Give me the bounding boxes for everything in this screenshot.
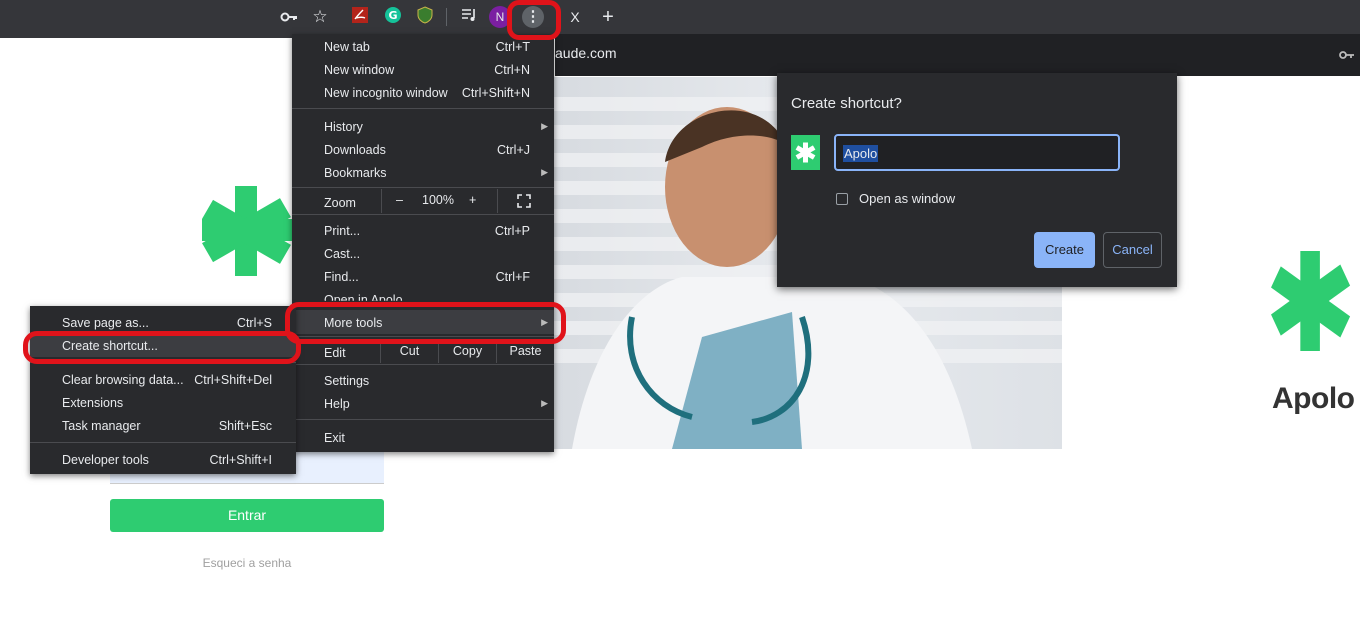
menu-separator [292,187,554,188]
login-button[interactable]: Entrar [110,499,384,532]
star-icon[interactable]: ☆ [309,6,331,28]
browser-toolbar: ☆ G N ⋮ X + [0,0,1360,34]
submenu-item-task-manager[interactable]: Task manager [62,419,141,433]
cancel-button[interactable]: Cancel [1103,232,1162,268]
media-control-icon[interactable] [458,6,480,28]
apolo-brand-text: Apolo [1272,382,1355,415]
create-button[interactable]: Create [1034,232,1095,268]
submenu-arrow-icon: ▶ [541,167,548,177]
menu-shortcut: Ctrl+P [494,224,530,238]
toolbar-divider [446,8,447,26]
submenu-arrow-icon: ▶ [541,398,548,408]
menu-item-new-incognito-window[interactable]: New incognito window [324,86,448,100]
menu-shortcut: Ctrl+T [495,40,530,54]
zoom-out-button[interactable]: – [396,193,403,207]
zoom-in-button[interactable]: + [469,193,476,207]
menu-item-new-window[interactable]: New window [324,63,394,77]
grammarly-icon[interactable]: G [382,6,404,28]
toolbar-bottom-strip [0,34,292,38]
menu-shortcut: Shift+Esc [218,419,272,433]
shortcut-name-value[interactable]: Apolo [843,145,879,162]
shield-extension-icon[interactable] [414,6,436,28]
apolo-logo-icon [202,186,292,281]
menu-item-downloads[interactable]: Downloads [324,143,386,157]
menu-item-new-tab[interactable]: New tab [324,40,370,54]
tab-close-button[interactable]: X [564,6,586,28]
submenu-arrow-icon: ▶ [541,121,548,131]
address-bar[interactable] [555,34,1360,76]
menu-shortcut: Ctrl+Shift+I [209,453,272,467]
menu-item-print[interactable]: Print... [324,224,360,238]
menu-separator [292,364,554,365]
menu-edit-label: Edit [324,346,346,360]
menu-shortcut: Ctrl+F [495,270,530,284]
menu-shortcut: Ctrl+Shift+N [461,86,530,100]
menu-item-settings[interactable]: Settings [324,374,369,388]
menu-shortcut: Ctrl+Shift+Del [194,373,272,387]
menu-item-find[interactable]: Find... [324,270,359,284]
fullscreen-cell [497,189,554,213]
address-key-icon[interactable] [1339,48,1355,67]
menu-item-bookmarks[interactable]: Bookmarks [324,166,387,180]
dialog-title: Create shortcut? [791,95,902,112]
highlight-ring-more-tools [285,302,566,344]
open-as-window-checkbox[interactable] [836,193,848,205]
highlight-ring-create-shortcut [23,331,301,364]
submenu-item-extensions[interactable]: Extensions [62,396,123,410]
submenu-item-save-page[interactable]: Save page as... [62,316,149,330]
menu-separator [292,419,554,420]
submenu-item-developer-tools[interactable]: Developer tools [62,453,149,467]
menu-shortcut: Ctrl+N [494,63,530,77]
chrome-main-menu: New tab Ctrl+T New window Ctrl+N New inc… [292,34,554,452]
create-shortcut-dialog: Create shortcut? Apolo Open as window Cr… [777,73,1177,287]
site-favicon-icon [791,135,820,170]
menu-separator [292,108,554,109]
menu-item-exit[interactable]: Exit [324,431,345,445]
forgot-password-link[interactable]: Esqueci a senha [110,556,384,570]
shortcut-name-input[interactable]: Apolo [834,134,1120,171]
menu-item-help[interactable]: Help [324,397,350,411]
highlight-ring-menu-button [507,0,561,40]
new-tab-button[interactable]: + [597,6,619,28]
key-icon[interactable] [278,6,300,28]
menu-shortcut: Ctrl+S [236,316,272,330]
submenu-item-clear-browsing-data[interactable]: Clear browsing data... [62,373,184,387]
apolo-brand-logo-icon [1271,251,1351,356]
menu-separator [30,442,296,443]
menu-separator [292,214,554,215]
address-text[interactable]: aude.com [555,45,616,61]
menu-item-history[interactable]: History [324,120,363,134]
svg-text:G: G [388,9,397,22]
fullscreen-icon[interactable] [517,194,531,211]
zoom-level: 100% [422,193,454,207]
menu-item-cast[interactable]: Cast... [324,247,360,261]
pdf-extension-icon[interactable] [349,6,371,28]
menu-shortcut: Ctrl+J [497,143,530,157]
open-as-window-label[interactable]: Open as window [859,191,955,206]
menu-zoom-label: Zoom [324,196,356,210]
